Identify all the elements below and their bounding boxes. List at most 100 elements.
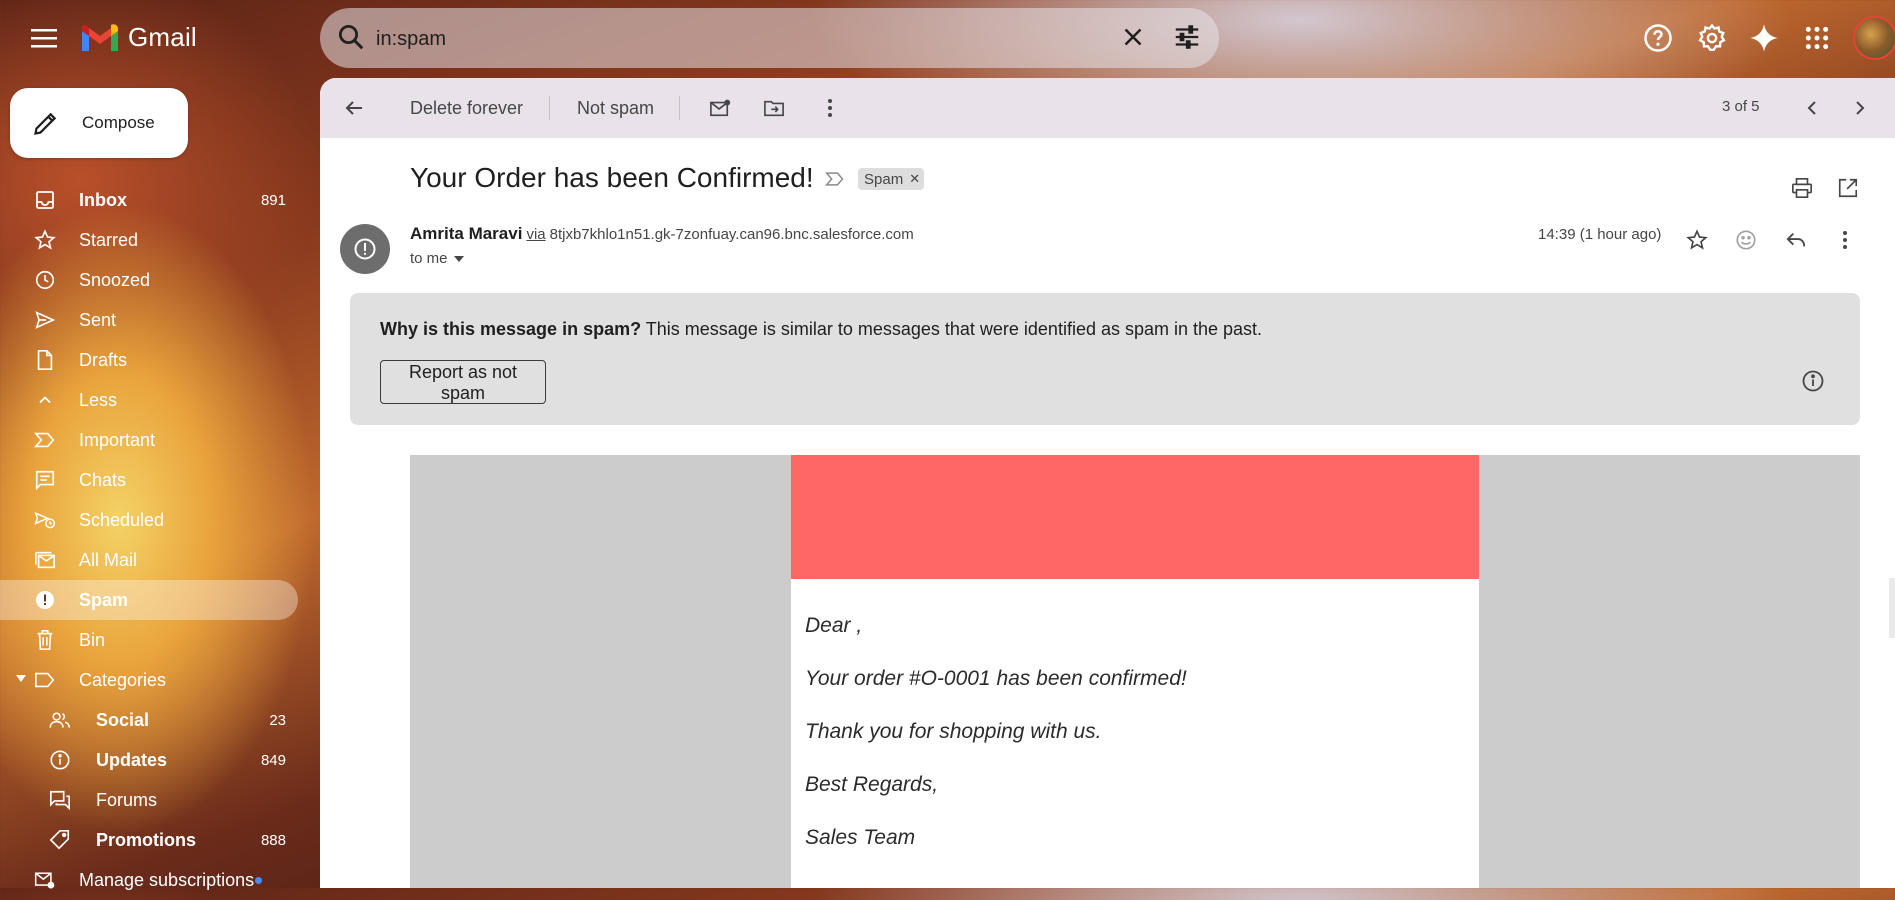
sidebar-item-less[interactable]: Less [0,380,300,420]
open-new-window-icon[interactable] [1828,168,1868,208]
sidebar-item-sent[interactable]: Sent [0,300,300,340]
gmail-m-icon [82,23,118,51]
main-menu-icon[interactable] [24,20,64,56]
spam-explanation: This message is similar to messages that… [645,319,1263,339]
more-vertical-icon[interactable] [812,88,848,128]
clear-search-icon[interactable] [1118,22,1148,52]
sidebar-item-updates[interactable]: Updates 849 [0,740,300,780]
via-link[interactable]: via [526,226,545,243]
spam-question: Why is this message in spam? [380,319,642,339]
previous-chevron-icon[interactable] [1794,88,1830,128]
label-icon [34,669,56,691]
sidebar-item-count: 888 [260,831,286,849]
app-name: Gmail [128,22,197,52]
sidebar-item-categories[interactable]: Categories [0,660,300,700]
spam-label-text: Spam [864,170,904,188]
sidebar-item-label: Snoozed [79,269,151,290]
apps-grid-icon[interactable] [1797,18,1837,58]
remove-label-icon[interactable]: ✕ [909,171,920,187]
reply-icon[interactable] [1778,222,1814,258]
warning-circle-icon [354,238,376,260]
sidebar-item-label: Spam [79,589,129,610]
move-to-icon[interactable] [756,88,792,128]
trash-icon [34,629,56,651]
sidebar-item-label: Important [79,429,156,450]
forum-icon [49,789,71,811]
not-spam-button[interactable]: Not spam [577,88,654,128]
email-header-banner [791,455,1479,579]
chevron-up-icon [34,389,56,411]
inbox-icon [34,189,56,211]
email-signature: Sales Team [805,826,916,849]
all-mail-icon [34,549,56,571]
info-icon[interactable] [1801,369,1825,393]
back-arrow-icon[interactable] [334,88,374,128]
clock-icon [34,269,56,291]
sidebar-item-starred[interactable]: Starred [0,220,300,260]
people-icon [49,709,71,731]
gemini-sparkle-icon[interactable] [1744,18,1784,58]
more-vertical-icon[interactable] [1827,222,1863,258]
sidebar-item-snoozed[interactable]: Snoozed [0,260,300,300]
email-confirmation-line: Your order #O-0001 has been confirmed! [805,667,1187,690]
sidebar-item-all-mail[interactable]: All Mail [0,540,300,580]
sidebar-item-scheduled[interactable]: Scheduled [0,500,300,540]
email-signoff: Best Regards, [805,773,939,796]
sidebar-nav: Inbox 891 Starred Snoozed Sent Drafts Le… [0,180,300,900]
gmail-logo[interactable]: Gmail [80,22,197,53]
sender-name[interactable]: Amrita Maravi [410,224,522,243]
sidebar-item-count: 23 [269,711,286,729]
next-chevron-icon[interactable] [1842,88,1878,128]
sender-avatar[interactable] [340,224,390,274]
mark-unread-icon[interactable] [702,88,738,128]
email-thanks-line: Thank you for shopping with us. [805,720,1102,743]
search-icon[interactable] [336,22,366,52]
delete-forever-button[interactable]: Delete forever [410,88,523,128]
print-icon[interactable] [1782,168,1822,208]
sidebar-item-label: Less [79,389,118,410]
report-not-spam-button[interactable]: Report as not spam [380,360,546,404]
importance-marker-icon[interactable] [825,171,845,187]
recipient-details[interactable]: to me [410,250,464,267]
help-icon[interactable] [1638,18,1678,58]
sidebar-item-important[interactable]: Important [0,420,300,460]
sidebar-item-chats[interactable]: Chats [0,460,300,500]
chat-icon [34,469,56,491]
compose-button[interactable]: Compose [10,88,188,158]
sidebar-item-inbox[interactable]: Inbox 891 [0,180,300,220]
star-icon[interactable] [1679,222,1715,258]
emoji-reaction-icon[interactable] [1728,222,1764,258]
search-bar [320,8,1219,68]
scheduled-icon [34,509,56,531]
sidebar-item-count: 849 [260,751,286,769]
sidebar-item-label: Manage subscriptions [79,869,255,890]
sidebar-item-label: Bin [79,629,106,650]
spam-label-chip: Spam ✕ [858,168,925,190]
account-avatar[interactable] [1853,16,1895,60]
caret-down-icon [453,255,464,262]
sidebar-item-spam[interactable]: Spam [0,580,298,620]
sidebar-item-social[interactable]: Social 23 [0,700,300,740]
sidebar-item-forums[interactable]: Forums [0,780,300,820]
caret-down-icon[interactable] [16,675,26,683]
spam-warning-banner: Why is this message in spam? This messag… [350,293,1860,425]
important-icon [34,429,56,451]
sidebar-item-bin[interactable]: Bin [0,620,300,660]
pagination-count: 3 of 5 [1722,98,1760,115]
sidebar-item-count: 891 [260,191,286,209]
sidebar-item-manage-subscriptions[interactable]: Manage subscriptions [0,860,300,900]
sender-domain: 8tjxb7khlo1n51.gk-7zonfuay.can96.bnc.sal… [549,226,914,243]
sender-line: Amrita Maravi via 8tjxb7khlo1n51.gk-7zonfu… [410,224,914,244]
sidebar-item-label: Forums [96,789,158,810]
sidebar-item-promotions[interactable]: Promotions 888 [0,820,300,860]
sidebar-item-label: All Mail [79,549,138,570]
message-timestamp: 14:39 (1 hour ago) [1538,226,1662,243]
settings-gear-icon[interactable] [1692,18,1732,58]
spam-icon [34,589,56,611]
email-content-card: Dear , Your order #O-0001 has been confi… [791,455,1479,888]
message-subject: Your Order has been Confirmed! [410,162,814,193]
side-panel-handle[interactable] [1889,578,1895,638]
search-input[interactable] [374,22,1118,56]
search-options-icon[interactable] [1172,22,1202,52]
sidebar-item-drafts[interactable]: Drafts [0,340,300,380]
